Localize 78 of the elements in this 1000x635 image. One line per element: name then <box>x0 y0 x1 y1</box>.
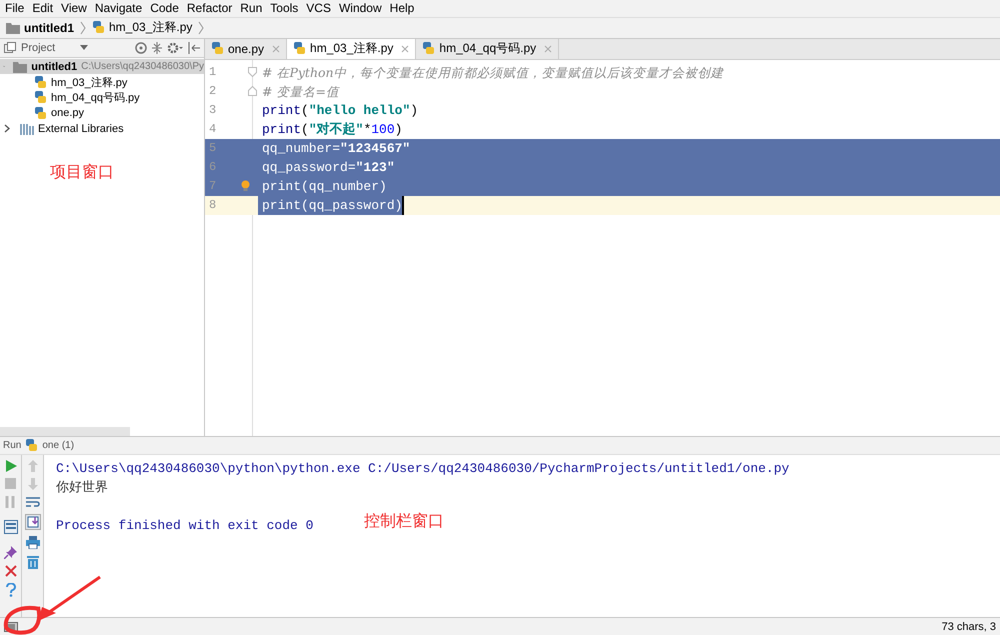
python-file-icon <box>25 439 38 452</box>
print-icon[interactable] <box>26 536 40 550</box>
fold-marker-icon[interactable] <box>248 86 257 96</box>
close-icon[interactable] <box>401 44 410 53</box>
menu-item[interactable]: Navigate <box>94 1 142 16</box>
code-line: # 变量名=值 <box>261 82 339 101</box>
code-line: print("对不起"*100) <box>261 120 402 139</box>
folder-icon <box>6 22 20 34</box>
console-line: 你好世界 <box>56 479 108 498</box>
line-number: 5 <box>208 141 218 156</box>
python-file-icon <box>293 42 306 56</box>
menu-item[interactable]: Run <box>240 1 262 16</box>
menu-item[interactable]: Help <box>390 1 414 16</box>
line-number: 7 <box>208 179 218 194</box>
annotation-label: 项目窗口 <box>50 162 114 183</box>
line-number: 4 <box>208 122 218 136</box>
python-file-icon <box>34 106 47 120</box>
line-number: 6 <box>208 160 218 174</box>
scroll-to-end-icon[interactable] <box>24 514 40 530</box>
editor-tab[interactable]: hm_03_注释.py <box>287 38 416 59</box>
layout-icon[interactable] <box>4 520 18 534</box>
python-file-icon <box>92 21 105 34</box>
menu-item[interactable]: Tools <box>270 1 298 16</box>
breadcrumb-item[interactable]: hm_03_注释.py <box>109 19 192 36</box>
trash-icon[interactable] <box>26 555 38 570</box>
project-icon <box>4 42 16 54</box>
line-number: 1 <box>208 65 218 80</box>
menu-item[interactable]: Refactor <box>186 1 232 16</box>
settings-icon[interactable] <box>167 42 183 54</box>
close-icon[interactable] <box>544 44 552 53</box>
menu-item[interactable]: File <box>5 1 24 16</box>
status-text: 73 chars, 3 <box>942 620 996 633</box>
python-file-icon <box>34 91 47 104</box>
python-file-icon <box>211 42 224 56</box>
tree-item[interactable]: External Libraries <box>38 122 124 135</box>
tree-item[interactable]: one.py <box>51 107 84 120</box>
close-icon[interactable] <box>272 44 280 53</box>
code-line: # 在Python中，每个变量在使用前都必须赋值，变量赋值以后该变量才会被创建 <box>261 64 724 82</box>
hide-panel-icon[interactable] <box>188 42 200 54</box>
run-icon[interactable] <box>4 460 16 472</box>
help-icon[interactable] <box>6 583 16 598</box>
tree-item[interactable]: hm_03_注释.py <box>51 74 128 90</box>
panel-title[interactable]: Project <box>21 42 56 54</box>
tree-item[interactable]: hm_04_qq号码.py <box>51 90 140 106</box>
expand-toggle-icon[interactable] <box>3 124 12 134</box>
code-line: print("hello hello") <box>261 102 418 120</box>
console-line: Process finished with exit code 0 <box>56 517 314 536</box>
tree-item[interactable]: untitled1 <box>31 60 78 73</box>
dropdown-icon[interactable] <box>80 44 88 51</box>
menu-item[interactable]: View <box>61 1 87 16</box>
line-number: 2 <box>208 84 218 98</box>
target-icon[interactable] <box>135 42 147 54</box>
chevron-icon <box>80 20 86 35</box>
folder-icon <box>13 60 28 73</box>
collapse-icon[interactable] <box>152 42 162 54</box>
horizontal-scrollbar[interactable] <box>0 427 130 436</box>
folder-path: C:\Users\qq2430486030\Py <box>81 61 204 72</box>
python-file-icon <box>34 76 47 89</box>
libraries-icon <box>20 122 34 135</box>
python-file-icon <box>422 42 436 56</box>
annotation-label: 控制栏窗口 <box>364 511 444 532</box>
menu-item[interactable]: VCS <box>306 1 331 16</box>
chevron-icon <box>198 20 204 35</box>
fold-marker-icon[interactable] <box>248 67 257 78</box>
breadcrumb-item[interactable]: untitled1 <box>24 20 74 35</box>
close-icon[interactable] <box>4 565 16 578</box>
menu-item[interactable]: Window <box>338 1 382 16</box>
soft-wrap-icon[interactable] <box>26 496 40 508</box>
menu-item[interactable]: Code <box>150 1 179 16</box>
line-number: 3 <box>208 103 218 118</box>
line-number: 8 <box>208 198 218 212</box>
console-line: C:\Users\qq2430486030\python\python.exe C:/Users/qq2430486030/PycharmProjects/untitled1/one.py <box>56 460 790 478</box>
editor-tab[interactable]: hm_04_qq号码.py <box>416 38 560 59</box>
panel-title: Run <box>3 440 22 452</box>
menu-item[interactable]: Edit <box>32 1 54 16</box>
run-config-tab[interactable]: one (1) <box>42 440 74 452</box>
lightbulb-icon[interactable] <box>241 180 250 192</box>
pin-icon[interactable] <box>4 546 17 560</box>
